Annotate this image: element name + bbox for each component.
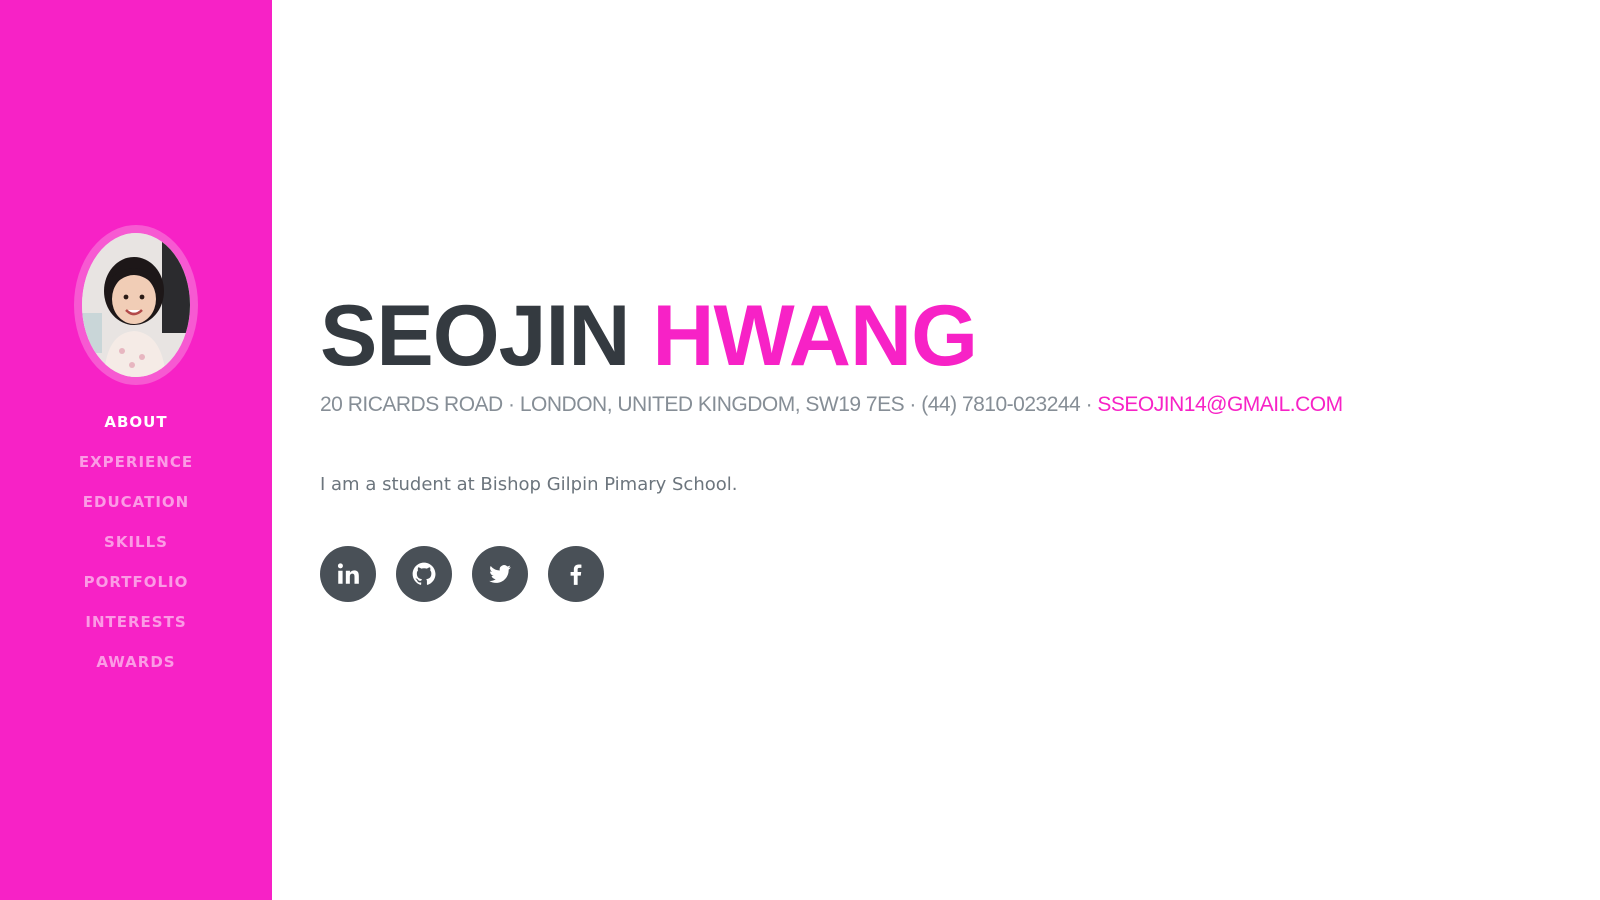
- address-text: 20 RICARDS ROAD · LONDON, UNITED KINGDOM…: [320, 393, 1093, 416]
- social-icons: [320, 546, 624, 602]
- profile-photo-icon: [82, 233, 190, 377]
- nav-item-skills: SKILLS: [0, 524, 272, 564]
- facebook-button[interactable]: [548, 546, 604, 602]
- linkedin-button[interactable]: [320, 546, 376, 602]
- avatar-frame: [74, 225, 198, 385]
- nav-item-interests: INTERESTS: [0, 604, 272, 644]
- facebook-icon: [570, 564, 582, 585]
- nav-item-awards: AWARDS: [0, 644, 272, 684]
- nav-link-portfolio[interactable]: PORTFOLIO: [84, 573, 189, 591]
- nav-link-skills[interactable]: SKILLS: [104, 533, 168, 551]
- nav-item-education: EDUCATION: [0, 484, 272, 524]
- email-link[interactable]: SSEOJIN14@GMAIL.COM: [1097, 393, 1343, 416]
- linkedin-icon: [337, 563, 359, 584]
- github-button[interactable]: [396, 546, 452, 602]
- sidebar-nav: ABOUT EXPERIENCE EDUCATION SKILLS PORTFO…: [0, 404, 272, 684]
- last-name: HWANG: [652, 288, 978, 384]
- nav-item-portfolio: PORTFOLIO: [0, 564, 272, 604]
- about-section: SEOJIN HWANG 20 RICARDS ROAD · LONDON, U…: [320, 0, 1560, 900]
- page-title: SEOJIN HWANG: [320, 286, 978, 386]
- nav-link-awards[interactable]: AWARDS: [96, 653, 175, 671]
- twitter-button[interactable]: [472, 546, 528, 602]
- twitter-icon: [489, 565, 511, 583]
- nav-link-experience[interactable]: EXPERIENCE: [79, 453, 193, 471]
- sidebar: ABOUT EXPERIENCE EDUCATION SKILLS PORTFO…: [0, 0, 272, 900]
- first-name: SEOJIN: [320, 288, 630, 384]
- avatar: [82, 233, 190, 377]
- bio-text: I am a student at Bishop Gilpin Pimary S…: [320, 474, 738, 495]
- nav-item-experience: EXPERIENCE: [0, 444, 272, 484]
- nav-link-about[interactable]: ABOUT: [104, 413, 167, 431]
- contact-line: 20 RICARDS ROAD · LONDON, UNITED KINGDOM…: [320, 390, 1343, 420]
- nav-link-education[interactable]: EDUCATION: [83, 493, 189, 511]
- nav-link-interests[interactable]: INTERESTS: [85, 613, 186, 631]
- github-icon: [412, 562, 436, 585]
- nav-item-about: ABOUT: [0, 404, 272, 444]
